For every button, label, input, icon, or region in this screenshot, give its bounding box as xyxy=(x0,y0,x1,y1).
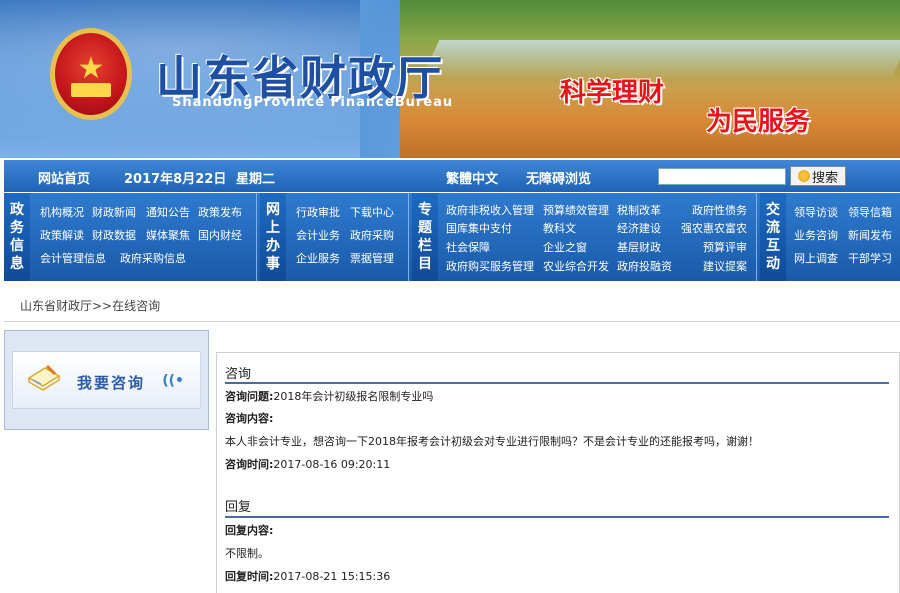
consult-time-row: 咨询时间:2017-08-16 09:20:11 xyxy=(225,456,390,472)
book-pen-icon xyxy=(27,364,61,391)
nav-item[interactable]: 政府投融资 xyxy=(617,258,672,274)
current-date: 2017年8月22日 xyxy=(124,172,227,187)
consult-content-row: 咨询内容: xyxy=(225,410,273,426)
nav-item[interactable]: 税制改革 xyxy=(617,202,661,218)
nav-item[interactable]: 财政数据 xyxy=(92,227,136,243)
consult-time-value: 2017-08-16 09:20:11 xyxy=(273,458,391,471)
consult-content-label: 咨询内容: xyxy=(225,412,274,425)
nav-item[interactable]: 农业综合开发 xyxy=(543,258,609,274)
reply-content-label: 回复内容: xyxy=(225,524,274,537)
search-icon xyxy=(797,170,810,182)
nav-item[interactable]: 政府采购信息 xyxy=(120,250,186,266)
exchange-label: 交流互动 xyxy=(760,193,786,281)
reply-time-value: 2017-08-21 15:15:36 xyxy=(273,570,391,583)
breadcrumb-text[interactable]: 山东省财政厅>>在线咨询 xyxy=(20,297,160,314)
nav-item[interactable]: 媒体聚焦 xyxy=(146,227,190,243)
breadcrumb: 山东省财政厅>>在线咨询 xyxy=(4,282,900,322)
top-nav-bar: 网站首页 2017年8月22日 星期二 繁體中文 无障碍浏览 搜索 xyxy=(4,160,900,192)
nav-item[interactable]: 机构概况 xyxy=(40,204,84,220)
nav-item[interactable]: 票据管理 xyxy=(350,250,394,266)
consult-heading: 咨询 xyxy=(225,367,252,382)
nav-divider xyxy=(256,193,257,281)
reply-time-label: 回复时间: xyxy=(225,570,274,583)
nav-item[interactable]: 社会保障 xyxy=(446,239,490,255)
nav-item[interactable]: 基层财政 xyxy=(617,239,661,255)
nav-item[interactable]: 预算评审 xyxy=(703,239,747,255)
search-button[interactable]: 搜索 xyxy=(790,166,846,186)
consult-detail-panel: 咨询 咨询问题:2018年会计初级报名限制专业吗 咨询内容: 本人非会计专业，想… xyxy=(216,352,900,593)
ask-question-label: 我要咨询 xyxy=(77,374,146,392)
nav-item[interactable]: 通知公告 xyxy=(146,204,190,220)
banner-slogan-1: 科学理财 xyxy=(560,78,665,108)
online-service-label: 网上办事 xyxy=(260,193,286,281)
banner-slogan-2: 为民服务 xyxy=(706,107,811,137)
reply-divider xyxy=(225,516,889,518)
national-emblem-icon: ★ xyxy=(50,28,132,120)
nav-item[interactable]: 企业之窗 xyxy=(543,239,587,255)
nav-item[interactable]: 预算绩效管理 xyxy=(543,202,609,218)
consult-content-value: 本人非会计专业，想咨询一下2018年报考会计初级会对专业进行限制吗？不是会计专业… xyxy=(225,435,759,448)
consult-question-label: 咨询问题: xyxy=(225,390,274,403)
nav-item[interactable]: 经济建设 xyxy=(617,220,661,236)
ask-question-button[interactable]: 我要咨询 ((• xyxy=(12,351,201,409)
consult-question-row: 咨询问题:2018年会计初级报名限制专业吗 xyxy=(225,388,433,404)
nav-item[interactable]: 业务咨询 xyxy=(794,227,838,243)
nav-item[interactable]: 政府性债务 xyxy=(692,202,747,218)
nav-item[interactable]: 行政审批 xyxy=(296,204,340,220)
nav-item[interactable]: 强农惠农富农 xyxy=(681,220,747,236)
nav-item[interactable]: 领导访谈 xyxy=(794,204,838,220)
search-input[interactable] xyxy=(658,168,786,185)
nav-divider xyxy=(756,193,757,281)
reply-content-value: 不限制。 xyxy=(225,547,269,560)
special-topics-label: 专题栏目 xyxy=(412,193,438,281)
site-banner: ★ 山东省财政厅 ShandongProvince FinanceBureau … xyxy=(0,0,900,158)
nav-item[interactable]: 干部学习 xyxy=(848,250,892,266)
nav-item[interactable]: 网上调查 xyxy=(794,250,838,266)
category-nav: 政务信息 机构概况 财政新闻 通知公告 政策发布 政策解读 财政数据 媒体聚焦 … xyxy=(4,193,900,281)
nav-item[interactable]: 财政新闻 xyxy=(92,204,136,220)
reply-heading: 回复 xyxy=(225,500,252,515)
nav-item[interactable]: 会计业务 xyxy=(296,227,340,243)
nav-item[interactable]: 教科文 xyxy=(543,220,576,236)
nav-item[interactable]: 国库集中支付 xyxy=(446,220,512,236)
reply-time-row: 回复时间:2017-08-21 15:15:36 xyxy=(225,568,390,584)
current-weekday: 星期二 xyxy=(236,172,276,187)
nav-item[interactable]: 会计管理信息 xyxy=(40,250,106,266)
nav-item[interactable]: 领导信箱 xyxy=(848,204,892,220)
nav-item[interactable]: 国内财经 xyxy=(198,227,242,243)
nav-item[interactable]: 政策解读 xyxy=(40,227,84,243)
nav-item[interactable]: 建议提案 xyxy=(703,258,747,274)
nav-item[interactable]: 政府采购 xyxy=(350,227,394,243)
nav-item[interactable]: 政策发布 xyxy=(198,204,242,220)
nav-item[interactable]: 企业服务 xyxy=(296,250,340,266)
consult-time-label: 咨询时间: xyxy=(225,458,274,471)
gov-info-label: 政务信息 xyxy=(4,193,30,281)
consult-question-value: 2018年会计初级报名限制专业吗 xyxy=(273,390,434,403)
nav-item[interactable]: 政府非税收入管理 xyxy=(446,202,534,218)
nav-divider xyxy=(408,193,409,281)
search-button-label: 搜索 xyxy=(811,170,838,186)
signal-waves-icon: ((• xyxy=(162,373,184,389)
traditional-chinese-link[interactable]: 繁體中文 xyxy=(446,168,498,187)
consult-sidebar: 我要咨询 ((• xyxy=(4,330,209,430)
nav-item[interactable]: 政府购买服务管理 xyxy=(446,258,534,274)
accessible-browsing-link[interactable]: 无障碍浏览 xyxy=(526,168,591,187)
site-title-english: ShandongProvince FinanceBureau xyxy=(172,95,454,110)
home-link[interactable]: 网站首页 xyxy=(38,168,90,187)
consult-divider xyxy=(225,382,889,384)
nav-item[interactable]: 新闻发布 xyxy=(848,227,892,243)
nav-item[interactable]: 下载中心 xyxy=(350,204,394,220)
reply-content-row: 回复内容: xyxy=(225,522,273,538)
